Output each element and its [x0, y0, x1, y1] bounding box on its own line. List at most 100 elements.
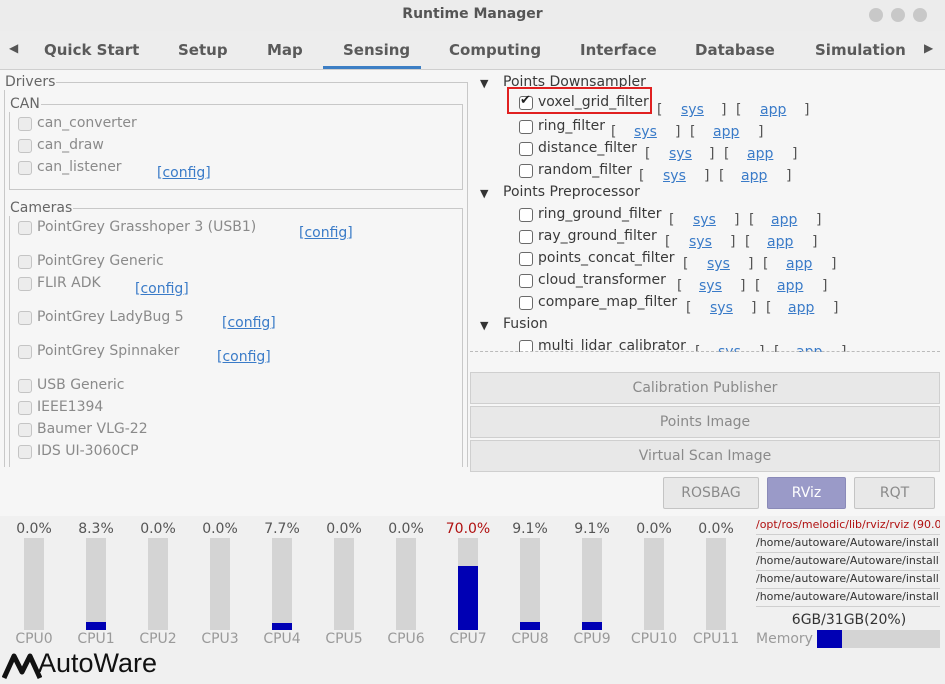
- cloud-transformer-app-link[interactable]: app: [777, 278, 803, 294]
- camera-flir-adk-checkbox[interactable]: [18, 277, 32, 291]
- camera-spinnaker-checkbox[interactable]: [18, 345, 32, 359]
- camera-grasshoper-label: PointGrey Grasshoper 3 (USB1): [37, 219, 257, 235]
- voxel-grid-filter-app-link[interactable]: app: [760, 102, 786, 118]
- cpu-label: CPU2: [139, 631, 177, 647]
- camera-baumer-checkbox[interactable]: [18, 423, 32, 437]
- ray-ground-filter-app-link[interactable]: app: [767, 234, 793, 250]
- tab-simulation[interactable]: Simulation: [815, 41, 906, 59]
- bracket: [: [766, 300, 772, 316]
- cpu-bar-fill: [520, 621, 540, 630]
- bracket: ]: [792, 146, 798, 162]
- bracket: ]: [748, 256, 754, 272]
- bracket: ]: [786, 168, 792, 184]
- cpu-label: CPU8: [511, 631, 549, 647]
- points-image-button[interactable]: Points Image: [470, 406, 940, 438]
- rqt-button[interactable]: RQT: [854, 477, 935, 509]
- bracket: [: [719, 168, 725, 184]
- camera-ladybug-config-link[interactable]: [config]: [222, 315, 276, 331]
- compare-map-filter-checkbox[interactable]: [519, 296, 533, 310]
- random-filter-sys-link[interactable]: sys: [663, 168, 686, 184]
- minimize-button[interactable]: [869, 8, 883, 22]
- maximize-button[interactable]: [891, 8, 905, 22]
- tab-selected-indicator: [323, 66, 421, 69]
- process-line: /home/autoware/Autoware/install: [756, 590, 940, 607]
- camera-grasshoper-config-link[interactable]: [config]: [299, 225, 353, 241]
- cpu-bar: [706, 538, 726, 630]
- points-concat-filter-checkbox[interactable]: [519, 252, 533, 266]
- cloud-transformer-sys-link[interactable]: sys: [699, 278, 722, 294]
- title-bar: Runtime Manager: [0, 0, 945, 32]
- ring-filter-checkbox[interactable]: [519, 120, 533, 134]
- camera-ladybug-checkbox[interactable]: [18, 311, 32, 325]
- cpu-label: CPU6: [387, 631, 425, 647]
- cpu-percent: 0.0%: [636, 521, 672, 537]
- can-converter-label: can_converter: [37, 115, 137, 131]
- camera-spinnaker-config-link[interactable]: [config]: [217, 349, 271, 365]
- points-concat-filter-app-link[interactable]: app: [786, 256, 812, 272]
- bracket: ]: [675, 124, 681, 140]
- ray-ground-filter-sys-link[interactable]: sys: [689, 234, 712, 250]
- camera-pointgrey-generic-label: PointGrey Generic: [37, 253, 164, 269]
- compare-map-filter-app-link[interactable]: app: [788, 300, 814, 316]
- can-draw-checkbox[interactable]: [18, 139, 32, 153]
- cpu-label: CPU0: [15, 631, 53, 647]
- voxel-grid-filter-sys-link[interactable]: sys: [681, 102, 704, 118]
- random-filter-app-link[interactable]: app: [741, 168, 767, 184]
- compare-map-filter-sys-link[interactable]: sys: [710, 300, 733, 316]
- virtual-scan-image-button[interactable]: Virtual Scan Image: [470, 440, 940, 472]
- bracket: [: [686, 300, 692, 316]
- cpu-bar: [520, 538, 540, 630]
- ring-filter-app-link[interactable]: app: [713, 124, 739, 140]
- close-button[interactable]: [913, 8, 927, 22]
- can-converter-checkbox[interactable]: [18, 117, 32, 131]
- distance-filter-app-link[interactable]: app: [747, 146, 773, 162]
- tab-scroll-left-icon[interactable]: ◀: [9, 41, 18, 55]
- camera-ids-checkbox[interactable]: [18, 445, 32, 459]
- distance-filter-checkbox[interactable]: [519, 142, 533, 156]
- expand-preprocessor-icon[interactable]: ▼: [480, 187, 488, 200]
- bracket: [: [724, 146, 730, 162]
- cpu-label: CPU4: [263, 631, 301, 647]
- camera-flir-adk-config-link[interactable]: [config]: [135, 281, 189, 297]
- can-listener-config-link[interactable]: [config]: [157, 165, 211, 181]
- camera-pointgrey-generic-checkbox[interactable]: [18, 255, 32, 269]
- tab-sensing[interactable]: Sensing: [343, 41, 410, 59]
- tab-map[interactable]: Map: [267, 41, 303, 59]
- tab-database[interactable]: Database: [695, 41, 775, 59]
- section-fusion: Fusion: [503, 316, 548, 332]
- can-listener-checkbox[interactable]: [18, 161, 32, 175]
- camera-usb-generic-label: USB Generic: [37, 377, 125, 393]
- camera-ieee1394-label: IEEE1394: [37, 399, 104, 415]
- calibration-publisher-button[interactable]: Calibration Publisher: [470, 372, 940, 404]
- cpu-percent: 0.0%: [16, 521, 52, 537]
- distance-filter-sys-link[interactable]: sys: [669, 146, 692, 162]
- tab-setup[interactable]: Setup: [178, 41, 228, 59]
- camera-usb-generic-checkbox[interactable]: [18, 379, 32, 393]
- bracket: [: [645, 146, 651, 162]
- cpu-bar: [210, 538, 230, 630]
- rosbag-button[interactable]: ROSBAG: [663, 477, 759, 509]
- bracket: ]: [812, 234, 818, 250]
- rviz-button[interactable]: RViz: [767, 477, 846, 509]
- selection-highlight: [507, 87, 652, 114]
- ring-ground-filter-checkbox[interactable]: [519, 208, 533, 222]
- cpu-label: CPU10: [630, 631, 678, 647]
- tab-interface[interactable]: Interface: [580, 41, 657, 59]
- ring-filter-sys-link[interactable]: sys: [634, 124, 657, 140]
- random-filter-checkbox[interactable]: [519, 164, 533, 178]
- autoware-logo: AutoWare: [0, 648, 200, 684]
- tab-scroll-right-icon[interactable]: ▶: [924, 41, 933, 55]
- points-concat-filter-sys-link[interactable]: sys: [707, 256, 730, 272]
- tab-quick-start[interactable]: Quick Start: [44, 41, 139, 59]
- ring-ground-filter-app-link[interactable]: app: [771, 212, 797, 228]
- camera-grasshoper-checkbox[interactable]: [18, 221, 32, 235]
- window-title: Runtime Manager: [402, 6, 543, 22]
- camera-ieee1394-checkbox[interactable]: [18, 401, 32, 415]
- cloud-transformer-checkbox[interactable]: [519, 274, 533, 288]
- ring-ground-filter-sys-link[interactable]: sys: [693, 212, 716, 228]
- ray-ground-filter-checkbox[interactable]: [519, 230, 533, 244]
- tab-computing[interactable]: Computing: [449, 41, 541, 59]
- expand-downsampler-icon[interactable]: ▼: [480, 77, 488, 90]
- bracket: ]: [709, 146, 715, 162]
- expand-fusion-icon[interactable]: ▼: [480, 319, 488, 332]
